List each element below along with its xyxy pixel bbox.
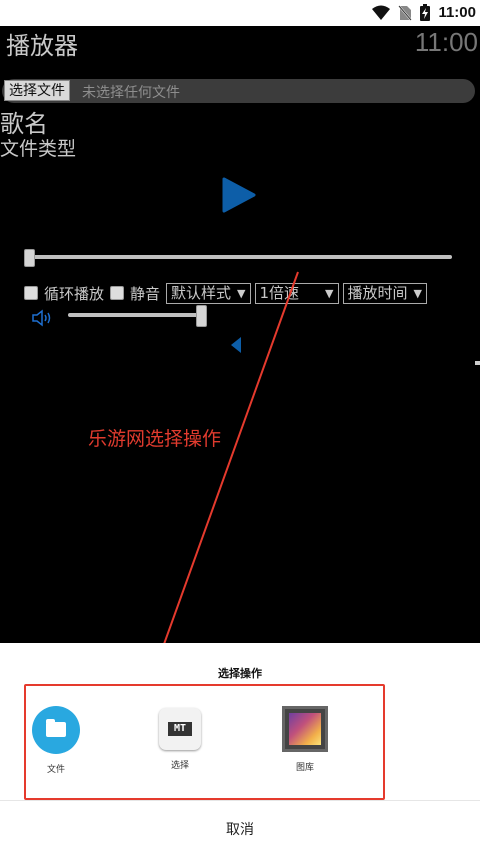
time-select-value: 播放时间 xyxy=(347,283,408,302)
file-status-text: 未选择任何文件 xyxy=(82,85,180,101)
option-select[interactable]: MT 选择 xyxy=(135,706,225,771)
status-bar: 11:00 xyxy=(0,0,480,26)
choose-file-button[interactable]: 选择文件 xyxy=(4,80,70,101)
chevron-down-icon: ▼ xyxy=(413,286,422,300)
option-select-label: 选择 xyxy=(170,761,189,771)
status-icons: 11:00 xyxy=(372,4,476,21)
battery-charging-icon xyxy=(420,4,431,21)
style-select[interactable]: 默认样式 ▼ xyxy=(166,282,251,304)
style-select-value: 默认样式 xyxy=(171,283,232,302)
speed-select-value: 1倍速 xyxy=(259,283,300,302)
time-select[interactable]: 播放时间 ▼ xyxy=(342,282,427,304)
progress-thumb[interactable] xyxy=(24,249,35,267)
mt-manager-icon[interactable]: MT xyxy=(159,708,201,750)
volume-track[interactable] xyxy=(68,313,202,317)
gallery-icon[interactable] xyxy=(282,706,328,752)
option-gallery-label: 图库 xyxy=(295,763,314,773)
no-sim-icon xyxy=(398,4,413,21)
divider xyxy=(0,800,480,801)
app-title: 播放器 xyxy=(6,32,78,60)
status-time: 11:00 xyxy=(438,4,476,21)
progress-track[interactable] xyxy=(24,255,452,259)
progress-slider[interactable] xyxy=(24,249,452,267)
cancel-button[interactable]: 取消 xyxy=(0,819,480,839)
file-type: 文件类型 xyxy=(0,138,77,160)
folder-icon[interactable] xyxy=(32,706,80,754)
sheet-title: 选择操作 xyxy=(218,667,262,680)
play-icon[interactable] xyxy=(222,177,256,213)
chevron-down-icon: ▼ xyxy=(237,286,246,300)
option-files[interactable]: 文件 xyxy=(11,706,101,775)
clock-display: 11:00 xyxy=(414,27,478,57)
volume-slider[interactable] xyxy=(68,305,208,327)
volume-icon[interactable] xyxy=(32,309,54,327)
option-files-label: 文件 xyxy=(46,765,65,775)
speed-select[interactable]: 1倍速 ▼ xyxy=(254,282,339,304)
loop-checkbox[interactable] xyxy=(24,286,38,300)
side-handle[interactable] xyxy=(475,361,480,365)
playback-options: 循环播放 静音 默认样式 ▼ 1倍速 ▼ 播放时间 ▼ xyxy=(24,282,431,304)
annotation-text: 乐游网选择操作 xyxy=(88,428,222,450)
wifi-icon xyxy=(372,5,391,20)
file-input[interactable]: 选择文件 未选择任何文件 xyxy=(2,79,475,103)
previous-icon[interactable] xyxy=(230,336,242,354)
volume-thumb[interactable] xyxy=(196,305,207,327)
mute-checkbox[interactable] xyxy=(110,286,125,300)
mute-label: 静音 xyxy=(130,284,161,303)
loop-label: 循环播放 xyxy=(44,284,105,303)
option-gallery[interactable]: 图库 xyxy=(260,706,350,773)
chevron-down-icon: ▼ xyxy=(325,286,334,300)
action-sheet: 选择操作 文件 MT 选择 图库 取消 xyxy=(0,643,480,863)
